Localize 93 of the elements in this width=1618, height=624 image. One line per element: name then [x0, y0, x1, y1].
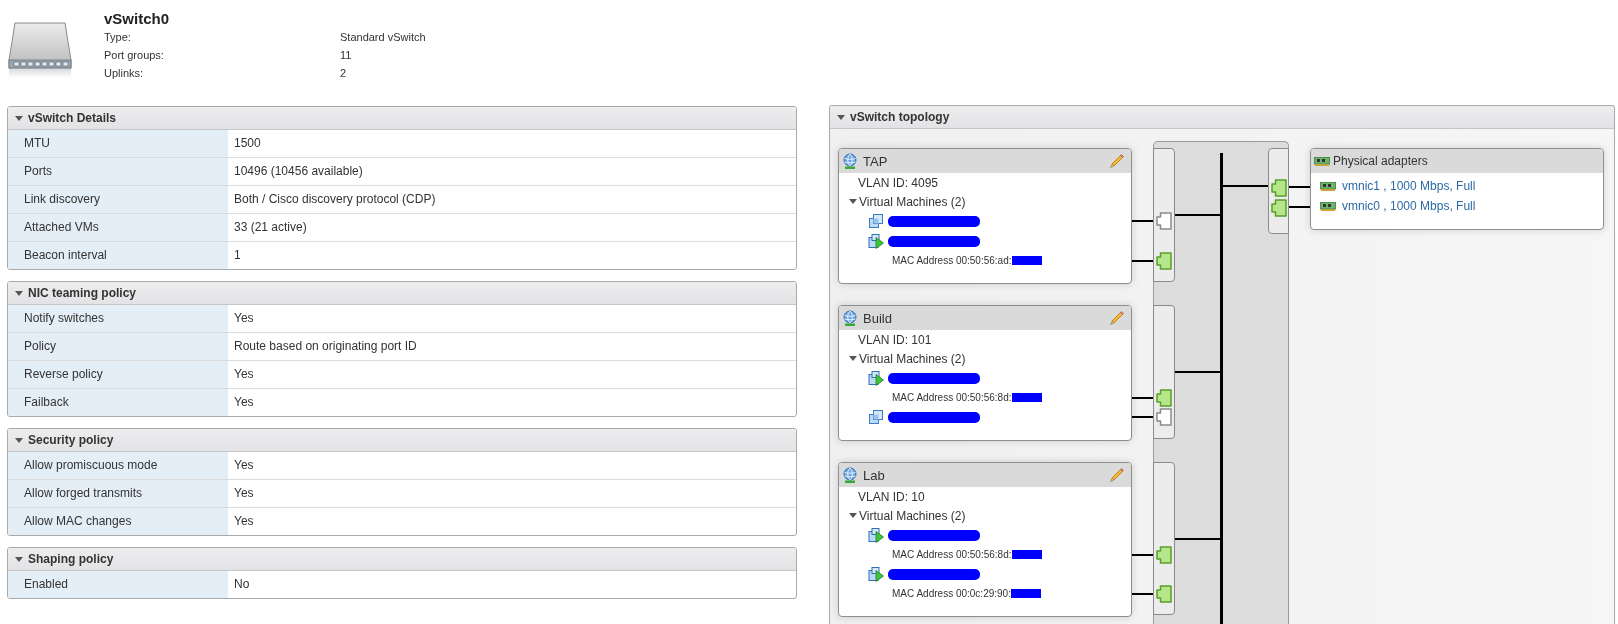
connector-line: [1131, 416, 1154, 418]
property-value: 1: [233, 247, 241, 264]
section-header[interactable]: NIC teaming policy: [8, 282, 796, 305]
caret-icon[interactable]: [15, 437, 23, 443]
caret-icon[interactable]: [15, 556, 23, 562]
mac-address: MAC Address 00:50:56:8d:: [892, 549, 1012, 560]
connector-line: [1220, 185, 1269, 187]
property-label: MTU: [8, 130, 228, 157]
section-title: Shaping policy: [28, 552, 114, 566]
network-card-icon: [1314, 156, 1330, 166]
pencil-icon[interactable]: [1109, 153, 1125, 169]
caret-icon[interactable]: [15, 115, 23, 121]
vm-list-label: Virtual Machines (2): [859, 508, 966, 523]
caret-icon[interactable]: [849, 513, 857, 518]
globe-icon: [842, 153, 858, 169]
caret-icon[interactable]: [15, 290, 23, 296]
port-group-name: Build: [863, 310, 893, 326]
adapter-link[interactable]: vmnic0 , 1000 Mbps, Full: [1342, 199, 1476, 213]
vlan-id: VLAN ID: 10: [857, 489, 926, 506]
connector-line: [1131, 554, 1154, 556]
connector-line: [1131, 220, 1154, 222]
property-label: Uplinks:: [104, 66, 145, 81]
property-label: Beacon interval: [8, 242, 228, 269]
property-label: Enabled: [8, 571, 228, 598]
mac-address: MAC Address 00:50:56:8d:: [892, 392, 1012, 403]
property-label: Failback: [8, 389, 228, 416]
property-label: Policy: [8, 333, 228, 360]
port-group-name: TAP: [863, 153, 889, 169]
network-card-icon: [1320, 201, 1336, 211]
property-label: Port groups:: [104, 48, 165, 63]
connector-line: [1131, 593, 1154, 595]
property-label: Allow forged transmits: [8, 480, 228, 507]
property-value: Yes: [233, 485, 254, 502]
section-header[interactable]: Security policy: [8, 429, 796, 452]
section-title: Security policy: [28, 433, 114, 447]
property-value: Both / Cisco discovery protocol (CDP): [233, 191, 436, 208]
property-value: 11: [340, 48, 352, 63]
property-label: Allow promiscuous mode: [8, 452, 228, 479]
globe-icon: [842, 310, 858, 326]
caret-icon[interactable]: [837, 114, 845, 120]
property-value: 33 (21 active): [233, 219, 307, 236]
property-value: Yes: [233, 310, 254, 327]
mac-address: MAC Address 00:0c:29:90:: [892, 588, 1011, 599]
globe-icon: [842, 467, 858, 483]
property-label: Type:: [104, 30, 132, 45]
property-label: Ports: [8, 158, 228, 185]
network-card-icon: [1320, 181, 1336, 191]
property-label: Reverse policy: [8, 361, 228, 388]
property-value: Yes: [233, 366, 254, 383]
property-label: Attached VMs: [8, 214, 228, 241]
vlan-id: VLAN ID: 101: [857, 332, 933, 349]
section-header[interactable]: Shaping policy: [8, 548, 796, 571]
property-value: Yes: [233, 394, 254, 411]
property-value: 2: [340, 66, 347, 81]
connector-line: [1288, 206, 1311, 208]
section-title: vSwitch Details: [28, 111, 117, 125]
pencil-icon[interactable]: [1109, 467, 1125, 483]
property-value: 1500: [233, 135, 261, 152]
caret-icon[interactable]: [849, 356, 857, 361]
adapter-link[interactable]: vmnic1 , 1000 Mbps, Full: [1342, 179, 1476, 193]
property-value: Yes: [233, 457, 254, 474]
section-header[interactable]: vSwitch Details: [8, 107, 796, 130]
port-group-name: Lab: [863, 467, 886, 483]
vm-list-label: Virtual Machines (2): [859, 351, 966, 366]
adapters-title: Physical adapters: [1333, 154, 1428, 168]
section-title: vSwitch topology: [850, 110, 950, 124]
vm-list-label: Virtual Machines (2): [859, 194, 966, 209]
connector-line: [1174, 214, 1223, 216]
section-header[interactable]: vSwitch topology: [830, 106, 1614, 129]
switch-name: vSwitch0: [104, 9, 171, 28]
connector-line: [1288, 186, 1311, 188]
property-value: Route based on originating port ID: [233, 338, 417, 355]
connector-line: [1131, 260, 1154, 262]
caret-icon[interactable]: [849, 199, 857, 204]
property-value: Yes: [233, 513, 254, 530]
connector-line: [1174, 538, 1223, 540]
property-value: Standard vSwitch: [340, 30, 426, 45]
connector-line: [1131, 397, 1154, 399]
pencil-icon[interactable]: [1109, 310, 1125, 326]
redaction-mark: [1010, 589, 1041, 598]
redaction-mark: [1011, 393, 1042, 402]
property-value: No: [233, 576, 250, 593]
property-value: 10496 (10456 available): [233, 163, 363, 180]
network-switch-icon: [8, 22, 72, 78]
connector-line: [1174, 371, 1223, 373]
vlan-id: VLAN ID: 4095: [857, 175, 940, 192]
property-label: Notify switches: [8, 305, 228, 332]
property-label: Allow MAC changes: [8, 508, 228, 535]
mac-address: MAC Address 00:50:56:ad:: [892, 255, 1012, 266]
property-label: Link discovery: [8, 186, 228, 213]
section-title: NIC teaming policy: [28, 286, 137, 300]
redaction-mark: [1011, 256, 1042, 265]
redaction-mark: [1011, 550, 1042, 559]
